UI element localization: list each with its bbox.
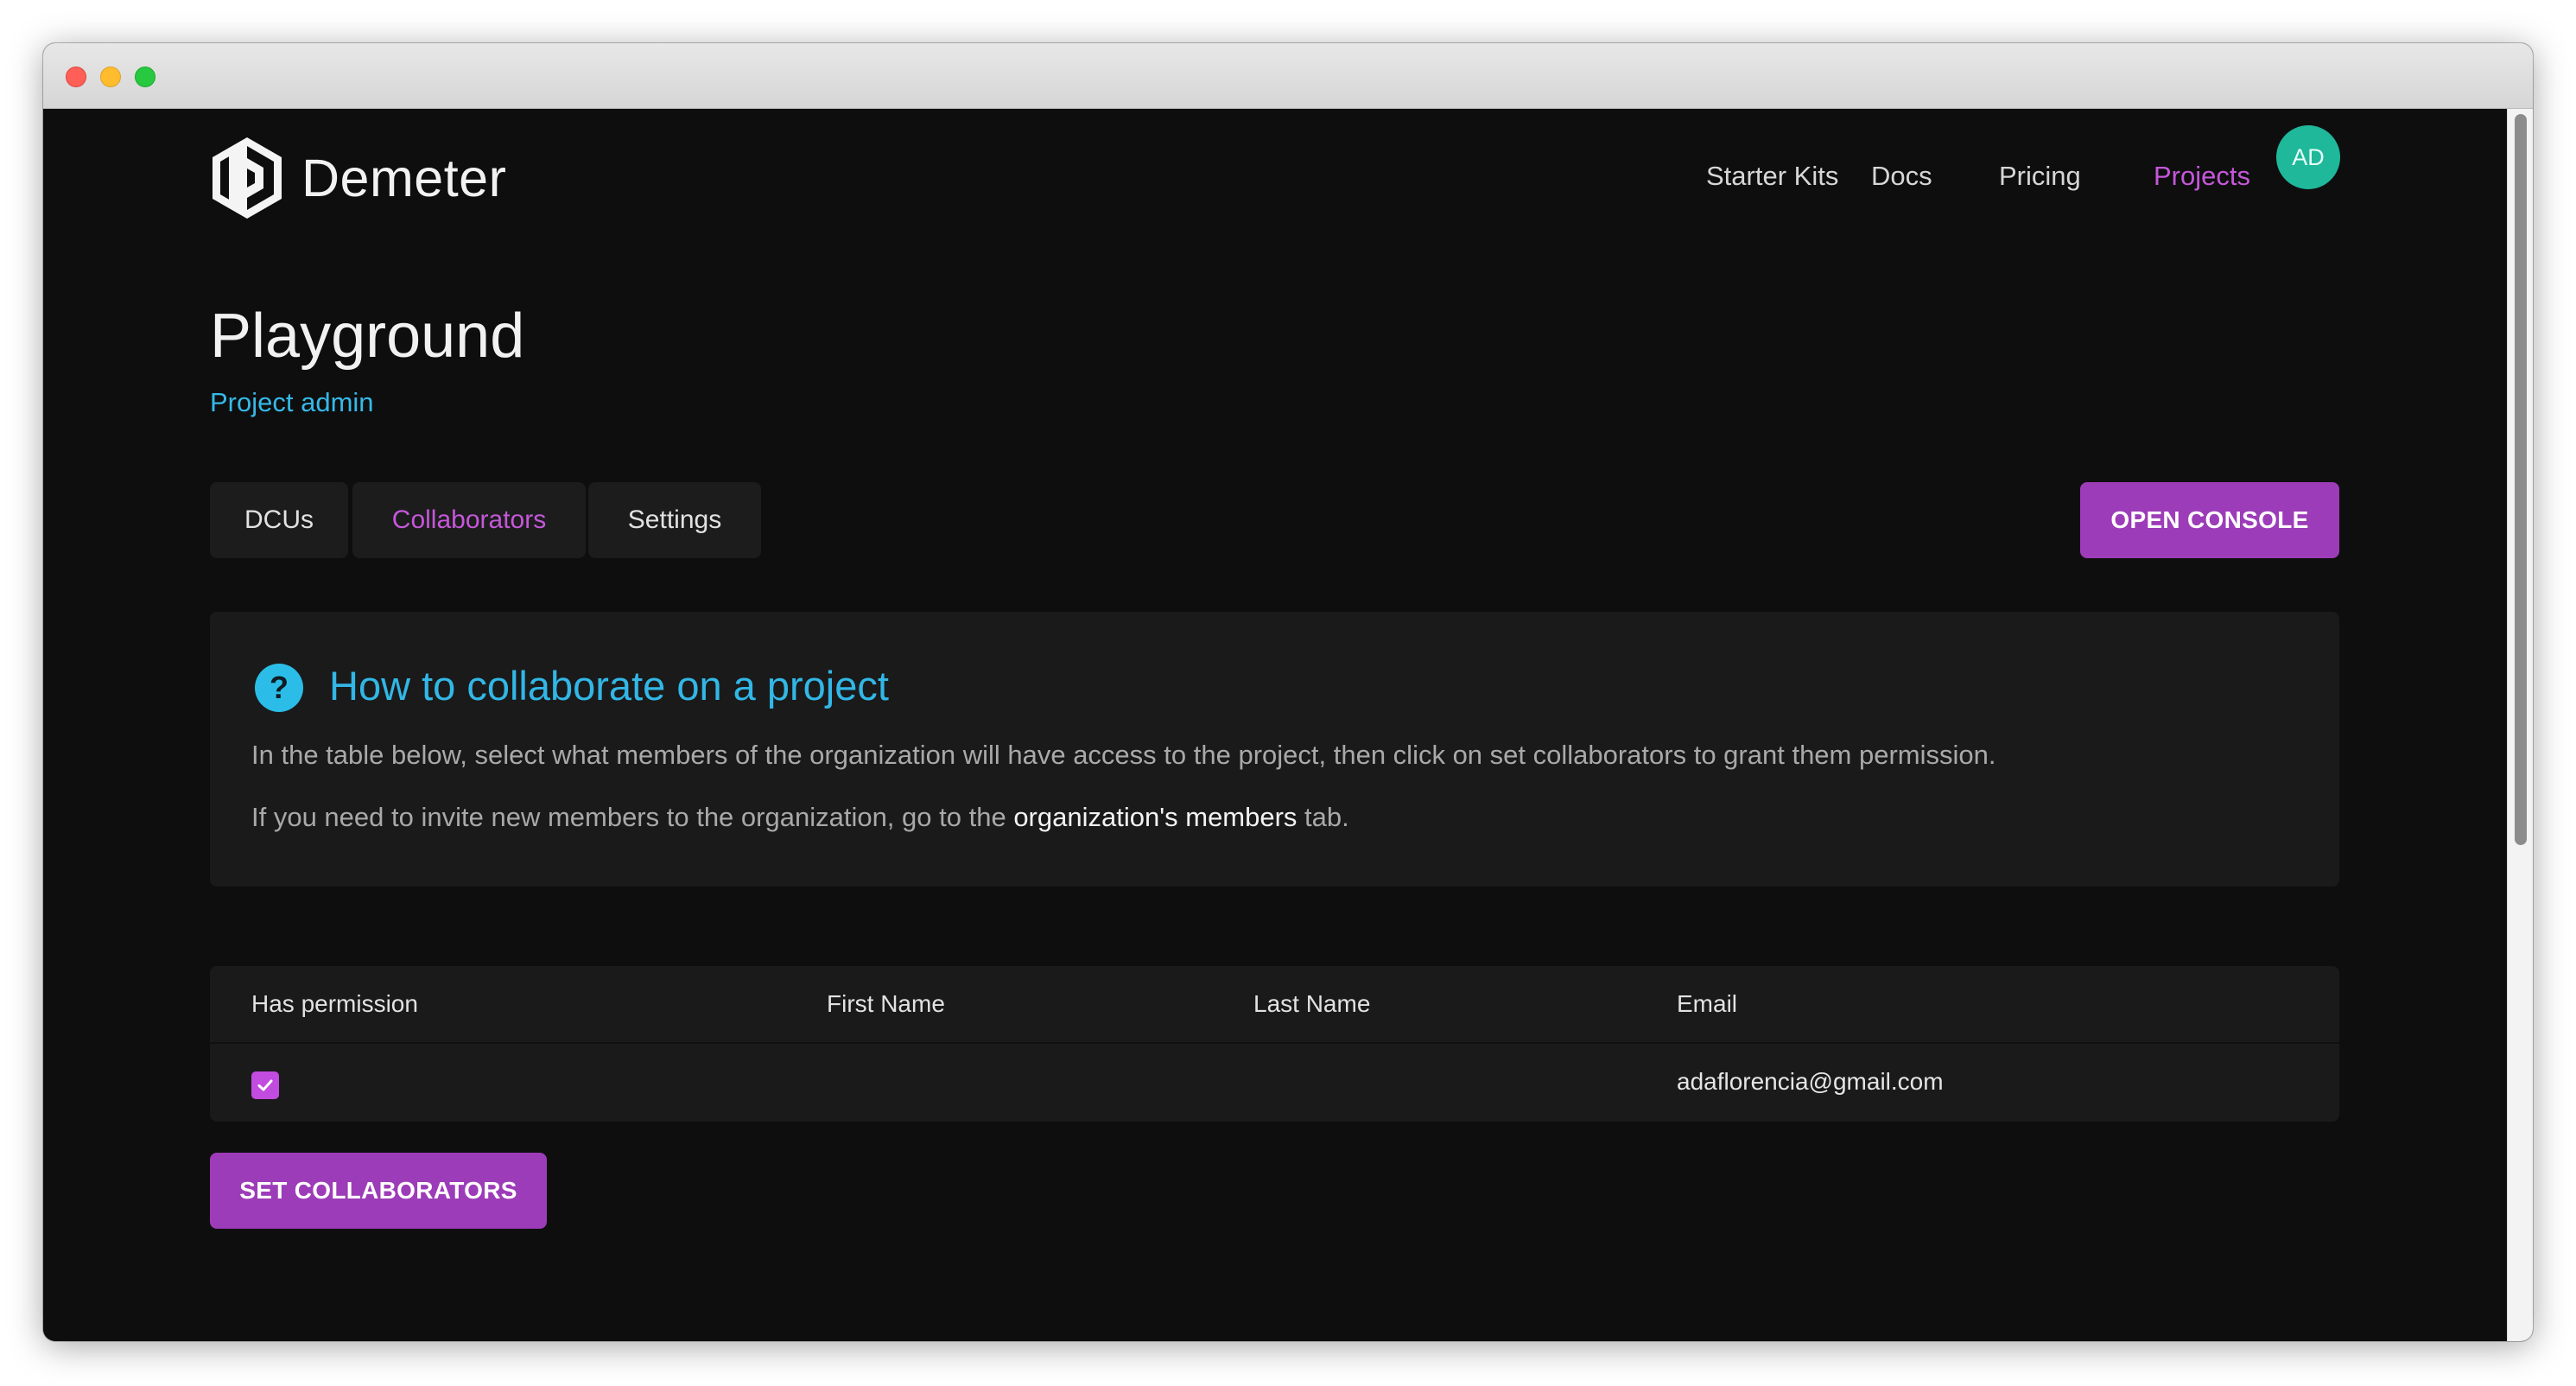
page-viewport: Demeter Starter Kits Docs Pricing Projec…	[43, 109, 2507, 1341]
open-console-button[interactable]: OPEN CONSOLE	[2080, 482, 2339, 558]
tab-dcus[interactable]: DCUs	[210, 482, 348, 558]
checkmark-icon	[257, 1079, 273, 1091]
collaborators-table: Has permission First Name Last Name Emai…	[210, 966, 2339, 1122]
nav-item-pricing[interactable]: Pricing	[1999, 161, 2081, 192]
close-window-button[interactable]	[66, 67, 86, 87]
info-paragraph-2: If you need to invite new members to the…	[251, 802, 1349, 833]
table-header: Has permission First Name Last Name Emai…	[210, 966, 2339, 1044]
app-name: Demeter	[301, 149, 507, 207]
nav-item-starter-kits[interactable]: Starter Kits	[1706, 161, 1838, 192]
nav-item-docs[interactable]: Docs	[1871, 161, 1932, 192]
browser-window: Demeter Starter Kits Docs Pricing Projec…	[43, 43, 2533, 1341]
nav-item-projects[interactable]: Projects	[2154, 161, 2250, 192]
vertical-scrollbar[interactable]	[2507, 109, 2533, 1341]
info-title: How to collaborate on a project	[329, 663, 889, 709]
window-titlebar	[43, 43, 2533, 109]
info-paragraph-1: In the table below, select what members …	[251, 740, 1996, 770]
maximize-window-button[interactable]	[135, 67, 155, 87]
question-circle-icon: ?	[255, 664, 303, 712]
user-avatar[interactable]: AD	[2276, 125, 2340, 189]
scrollbar-thumb[interactable]	[2515, 114, 2527, 845]
column-header-email: Email	[1677, 990, 1738, 1017]
tab-collaborators[interactable]: Collaborators	[352, 482, 586, 558]
tab-settings[interactable]: Settings	[588, 482, 761, 558]
minimize-window-button[interactable]	[100, 67, 121, 87]
demeter-logo-icon	[213, 137, 282, 219]
app-logo[interactable]: Demeter	[210, 135, 506, 221]
column-header-last-name: Last Name	[1253, 990, 1371, 1017]
permission-checkbox[interactable]	[251, 1071, 279, 1099]
table-row: adaflorencia@gmail.com	[210, 1044, 2339, 1122]
page-subtitle: Project admin	[210, 387, 374, 417]
column-header-has-permission: Has permission	[251, 990, 418, 1017]
set-collaborators-button[interactable]: SET COLLABORATORS	[210, 1153, 547, 1229]
organization-members-link[interactable]: organization's members	[1013, 802, 1297, 832]
info-paragraph-2-suffix: tab.	[1297, 802, 1349, 832]
page-title: Playground	[210, 302, 525, 371]
column-header-first-name: First Name	[827, 990, 945, 1017]
info-card: ? How to collaborate on a project In the…	[210, 612, 2339, 887]
info-paragraph-2-text: If you need to invite new members to the…	[251, 802, 1014, 832]
cell-email: adaflorencia@gmail.com	[1677, 1068, 1944, 1095]
